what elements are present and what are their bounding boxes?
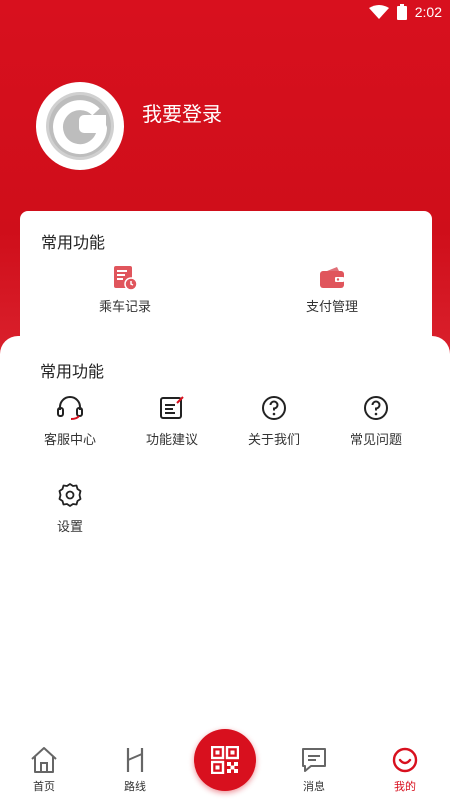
payment-management-item[interactable]: 支付管理: [277, 265, 387, 315]
tab-mine-label: 我的: [394, 781, 416, 793]
sheet-title: 常用功能: [40, 364, 105, 381]
status-time: 2:02: [414, 4, 442, 20]
ride-record-item[interactable]: 乘车记录: [70, 265, 180, 315]
functions-sheet: 常用功能 客服中心 功能建议 关于我们 常见问题 设置: [0, 336, 450, 756]
feedback-item[interactable]: 功能建议: [122, 396, 222, 448]
ride-record-label: 乘车记录: [98, 299, 151, 314]
message-icon: [302, 748, 326, 772]
tab-home[interactable]: 首页: [14, 746, 74, 794]
about-us-label: 关于我们: [247, 432, 300, 447]
tab-route-label: 路线: [124, 781, 146, 793]
tab-route[interactable]: 路线: [105, 746, 165, 794]
avatar[interactable]: [36, 82, 124, 170]
smile-icon: [392, 747, 418, 773]
home-icon: [31, 747, 57, 773]
about-us-item[interactable]: 关于我们: [224, 396, 324, 448]
qr-code-icon: [211, 746, 239, 774]
edit-note-icon: [160, 396, 184, 419]
faq-item[interactable]: 常见问题: [326, 396, 426, 448]
tab-messages-label: 消息: [303, 781, 325, 793]
headset-icon: [57, 396, 83, 420]
settings-label: 设置: [56, 519, 83, 534]
tab-home-label: 首页: [33, 781, 55, 793]
payment-management-label: 支付管理: [305, 299, 358, 314]
login-button[interactable]: 我要登录: [142, 98, 222, 127]
question-circle-icon: [262, 396, 286, 420]
customer-service-item[interactable]: 客服中心: [20, 396, 120, 448]
settings-item[interactable]: 设置: [20, 483, 120, 535]
feedback-label: 功能建议: [145, 432, 198, 447]
faq-label: 常见问题: [349, 432, 402, 447]
question-circle-icon: [364, 396, 388, 420]
gear-icon: [58, 483, 82, 507]
status-bar: 2:02: [0, 0, 450, 24]
wallet-icon: [320, 267, 344, 288]
tab-mine[interactable]: 我的: [375, 746, 435, 794]
card-title: 常用功能: [41, 235, 106, 252]
wifi-icon: [368, 5, 389, 19]
tab-messages[interactable]: 消息: [284, 746, 344, 794]
avatar-g-logo-icon: [46, 92, 114, 160]
customer-service-label: 客服中心: [43, 432, 96, 447]
qr-scan-button[interactable]: [194, 729, 256, 791]
route-icon: [126, 748, 144, 772]
battery-icon: [396, 4, 407, 20]
ride-record-icon: [114, 266, 138, 291]
